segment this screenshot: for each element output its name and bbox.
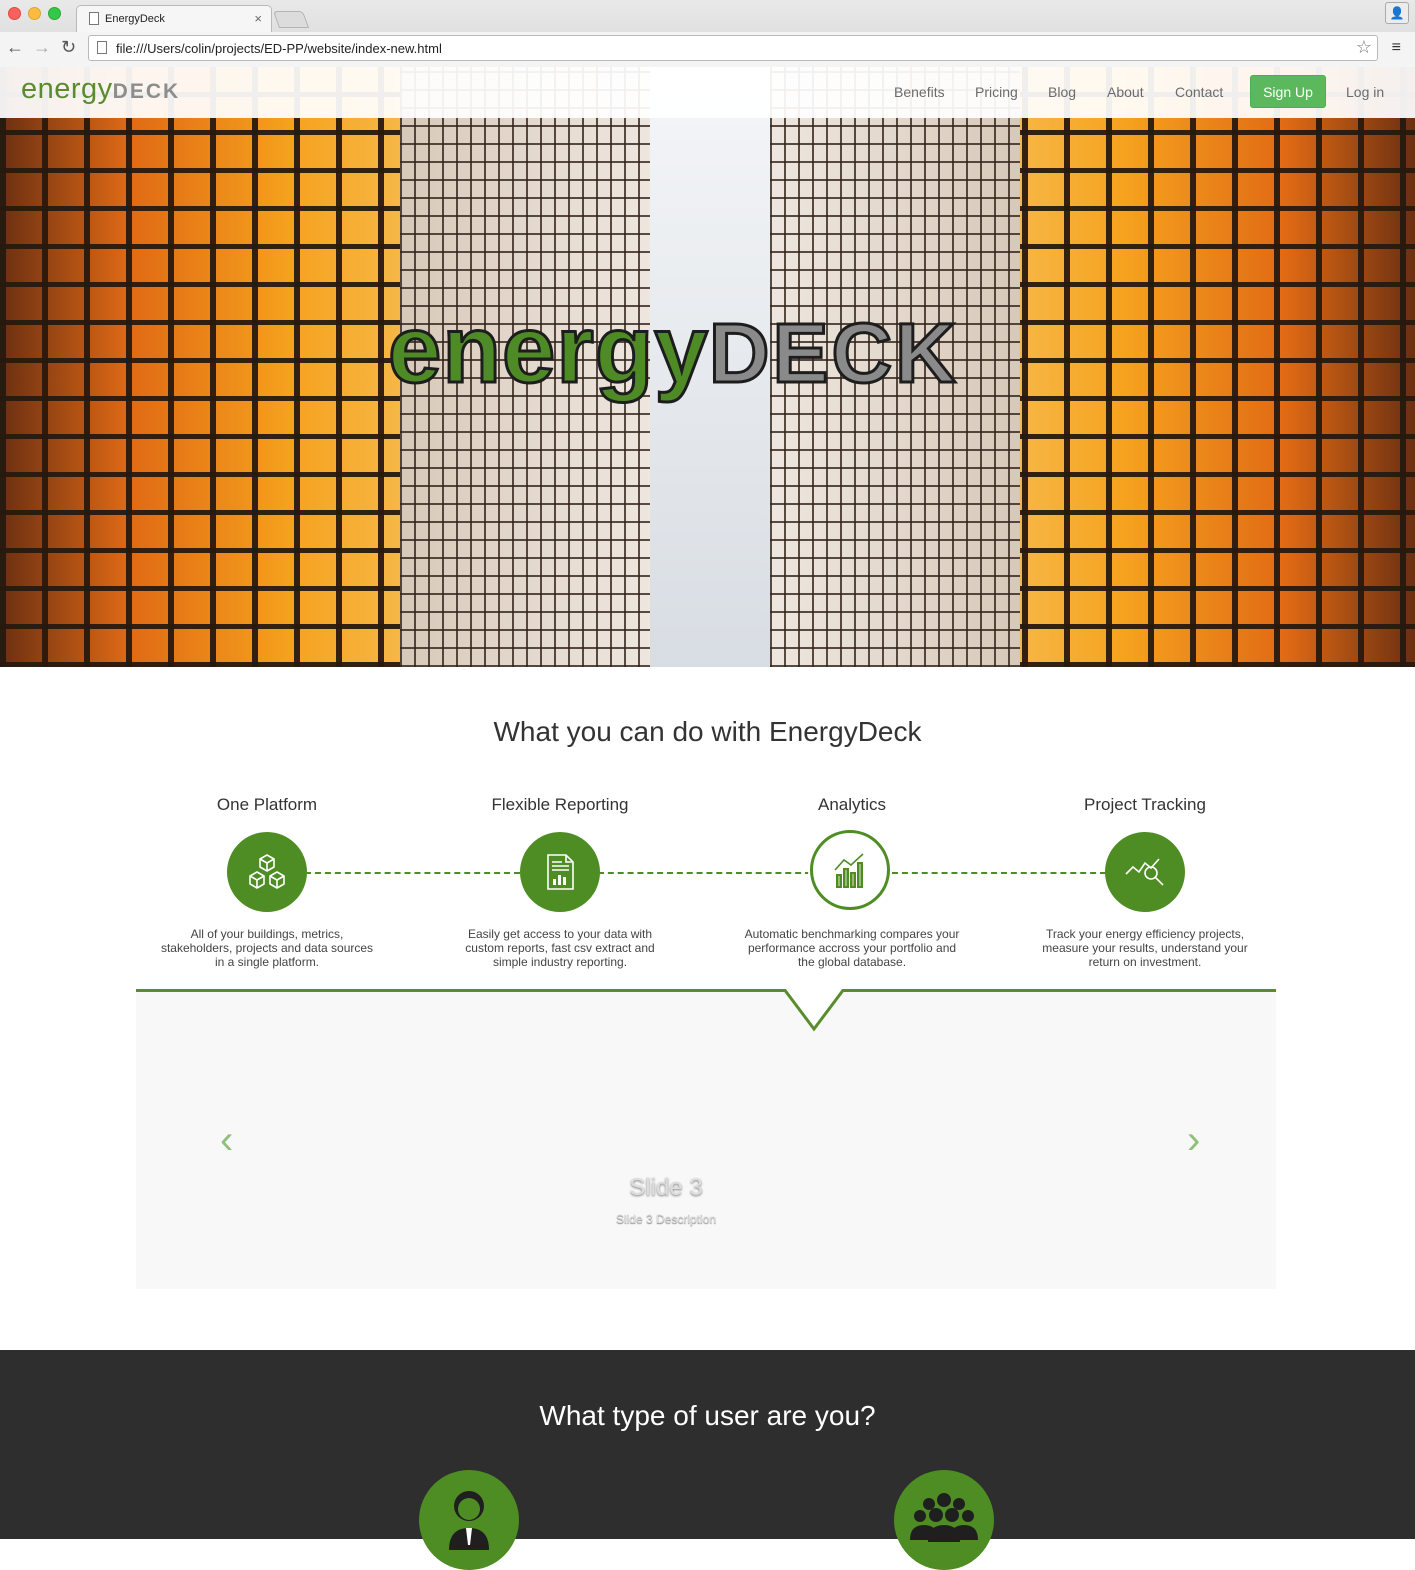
feature-desc-line: performance accross your portfolio and [747,941,957,955]
hero-logo-deck: DECK [707,305,959,402]
chart-icon [834,853,864,888]
back-icon[interactable]: ← [6,37,24,58]
feature-project-tracking-button[interactable] [1105,832,1185,912]
feature-desc-analytics: Automatic benchmarking compares your per… [732,927,972,969]
minimize-window-button[interactable] [28,7,41,20]
browser-tab[interactable]: EnergyDeck × [76,5,272,32]
feature-desc-line: custom reports, fast csv extract and [465,941,655,955]
feature-desc-flexible-reporting: Easily get access to your data with cust… [440,927,680,969]
feature-desc-one-platform: All of your buildings, metrics, stakehol… [147,927,387,969]
new-tab-button[interactable] [272,11,310,28]
feature-title-analytics: Analytics [817,795,887,814]
slider-pointer [784,989,844,1032]
slide-title: Slide 3 [629,1174,703,1201]
feature-desc-line: All of your buildings, metrics, [190,927,344,941]
bookmark-star-icon[interactable]: ☆ [1356,37,1372,58]
feature-title-one-platform: One Platform [216,795,318,814]
report-icon [547,854,574,890]
login-link[interactable]: Log in [1346,84,1384,100]
feature-flexible-reporting-button[interactable] [520,832,600,912]
address-bar[interactable]: file:///Users/colin/projects/ED-PP/websi… [88,35,1378,61]
browser-toolbar: ← → ↻ file:///Users/colin/projects/ED-PP… [0,32,1415,67]
hero-logo: energyDECK [387,295,959,405]
nav-link-benefits[interactable]: Benefits [894,84,945,100]
group-icon [910,1493,978,1542]
signup-button[interactable]: Sign Up [1250,75,1326,108]
page-icon [89,12,99,25]
feature-desc-line: stakeholders, projects and data sources [160,941,374,955]
nav-link-contact[interactable]: Contact [1175,84,1223,100]
site-navbar: energyDECK Benefits Pricing Blog About C… [0,67,1415,118]
logo-energy: energy [21,73,113,105]
site-logo[interactable]: energyDECK [21,73,180,106]
tab-close-icon[interactable]: × [254,11,262,26]
person-icon [449,1491,489,1550]
profile-icon[interactable]: 👤 [1385,2,1409,24]
user-type-title: What type of user are you? [539,1400,876,1431]
slider-prev-arrow[interactable]: ‹ [220,1118,233,1163]
feature-desc-line: the global database. [797,955,907,969]
feature-connector [598,872,811,874]
feature-desc-line: measure your results, understand your [1042,941,1248,955]
nav-link-pricing[interactable]: Pricing [975,84,1018,100]
reload-icon[interactable]: ↻ [61,37,76,58]
magnifier-trend-icon [1125,858,1164,886]
browser-chrome: EnergyDeck × 👤 ← → ↻ file:///Users/colin… [0,0,1415,67]
feature-desc-line: Automatic benchmarking compares your [744,927,960,941]
feature-desc-line: return on investment. [1088,955,1202,969]
user-type-section: What type of user are you? [0,1350,1415,1570]
cubes-icon [249,854,285,889]
url-text[interactable]: file:///Users/colin/projects/ED-PP/websi… [116,41,442,56]
feature-connector [892,872,1106,874]
page-icon [97,41,107,54]
close-window-button[interactable] [8,7,21,20]
logo-deck: DECK [112,80,181,103]
single-user-button[interactable] [419,1470,519,1570]
feature-desc-project-tracking: Track your energy efficiency projects, m… [1025,927,1265,969]
feature-title-flexible-reporting: Flexible Reporting [491,795,629,814]
nav-link-about[interactable]: About [1107,84,1144,100]
forward-icon[interactable]: → [33,37,51,58]
zoom-window-button[interactable] [48,7,61,20]
feature-connector [305,872,520,874]
feature-desc-line: in a single platform. [214,955,320,969]
tab-title: EnergyDeck [105,13,165,25]
team-user-button[interactable] [894,1470,994,1570]
features-title: What you can do with EnergyDeck [493,716,922,747]
feature-analytics-button[interactable] [810,830,890,910]
hero-logo-energy: energy [387,295,710,405]
slide-description: Slide 3 Description [615,1212,717,1226]
feature-desc-line: Easily get access to your data with [467,927,653,941]
slider-next-arrow[interactable]: › [1187,1118,1200,1163]
feature-title-project-tracking: Project Tracking [1084,795,1206,814]
hero-image: energyDECK [0,67,1415,667]
feature-slider [136,989,1276,1289]
feature-desc-line: Track your energy efficiency projects, [1045,927,1245,941]
feature-desc-line: simple industry reporting. [492,955,628,969]
feature-one-platform-button[interactable] [227,832,307,912]
browser-menu-icon[interactable]: ≡ [1392,39,1401,57]
nav-link-blog[interactable]: Blog [1048,84,1076,100]
